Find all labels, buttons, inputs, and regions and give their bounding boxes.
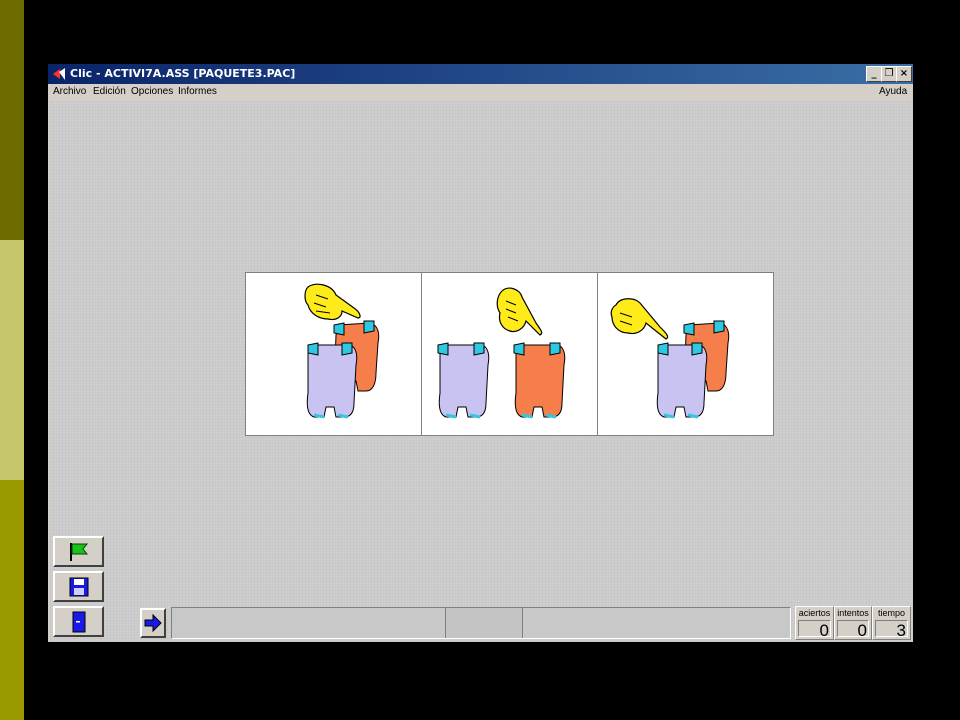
counter-aciertos-label: aciertos [798, 608, 831, 618]
menu-informes[interactable]: Informes [178, 84, 217, 100]
orange-elephant-icon [513, 342, 566, 419]
save-disk-icon [69, 577, 89, 597]
slide-band-bottom [0, 480, 24, 720]
close-button[interactable]: × [896, 66, 912, 82]
status-bar [171, 607, 791, 639]
activity-panel-3[interactable] [597, 272, 774, 436]
menu-edicion[interactable]: Edición [93, 84, 126, 100]
window-title: Clic - ACTIVI7A.ASS [PAQUETE3.PAC] [70, 67, 296, 80]
exit-door-icon [72, 611, 86, 633]
next-activity-button[interactable] [140, 608, 166, 638]
panel-2-illustration [437, 287, 566, 419]
counter-aciertos-value: 0 [819, 621, 829, 640]
counter-intentos-label: intentos [837, 608, 869, 618]
counter-tiempo: tiempo 3 [872, 606, 911, 640]
panel-3-illustration [610, 298, 730, 419]
purple-elephant-icon [306, 342, 358, 419]
green-flag-icon [70, 543, 89, 561]
minimize-button[interactable]: _ [866, 66, 882, 82]
menu-ayuda[interactable]: Ayuda [879, 84, 907, 100]
counter-intentos: intentos 0 [834, 606, 872, 640]
menu-archivo[interactable]: Archivo [53, 84, 86, 100]
slide-band-middle [0, 240, 24, 480]
slide-band-top [0, 0, 24, 240]
counter-intentos-value: 0 [857, 621, 867, 640]
purple-elephant-icon [437, 342, 490, 419]
purple-elephant-icon [656, 342, 708, 419]
counter-tiempo-label: tiempo [877, 608, 905, 618]
save-button[interactable] [53, 571, 104, 602]
counter-aciertos: aciertos 0 [795, 606, 834, 640]
hand-pointing-icon [496, 287, 543, 336]
panel-1-illustration [304, 283, 380, 419]
menu-opciones[interactable]: Opciones [131, 84, 173, 100]
app-icon [53, 68, 65, 80]
start-button[interactable] [53, 536, 104, 567]
arrow-right-icon [144, 613, 162, 633]
activity-panel-1[interactable] [245, 272, 422, 436]
maximize-button[interactable]: ❐ [881, 66, 897, 82]
menu-bar: Archivo Edición Opciones Informes Ayuda [48, 84, 913, 100]
status-progress-cell [445, 608, 523, 638]
title-bar[interactable]: Clic - ACTIVI7A.ASS [PAQUETE3.PAC] _ ❐ × [48, 64, 913, 84]
counter-tiempo-value: 3 [896, 621, 906, 640]
activity-panel-2[interactable] [421, 272, 598, 436]
hand-pointing-icon [304, 283, 361, 321]
hand-pointing-icon [610, 298, 669, 340]
exit-button[interactable] [53, 606, 104, 637]
